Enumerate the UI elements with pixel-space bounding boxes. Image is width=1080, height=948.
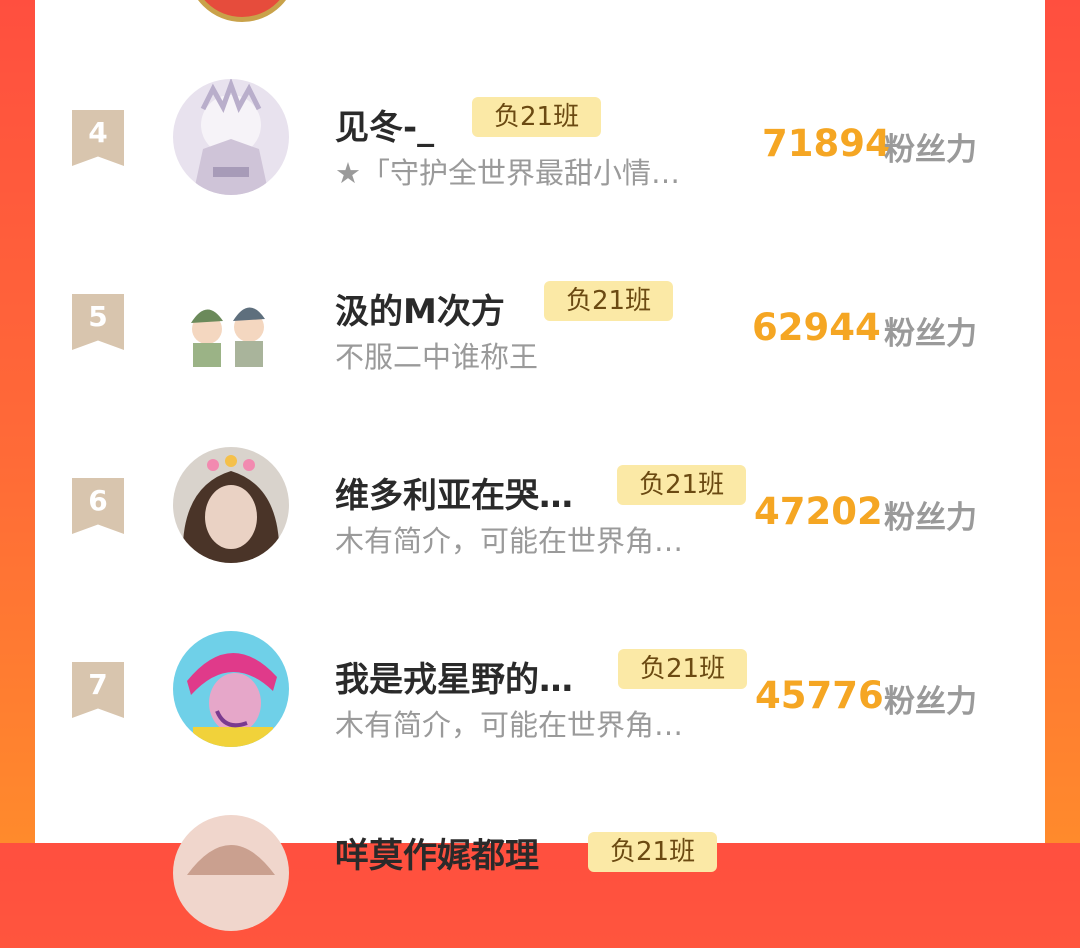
fan-power-label: 粉丝力 [884, 500, 977, 536]
avatar-image [173, 631, 289, 747]
avatar-image [173, 447, 289, 563]
rank-badge: 4 [72, 110, 124, 166]
avatar[interactable] [173, 815, 289, 931]
class-badge: 负21班 [618, 649, 748, 689]
class-badge: 负21班 [472, 97, 602, 137]
rank-badge: 6 [72, 478, 124, 534]
class-badge: 负21班 [617, 465, 747, 505]
fan-power-label: 粉丝力 [884, 132, 977, 168]
avatar[interactable] [187, 0, 297, 22]
user-bio: 木有简介，可能在世界角… [335, 708, 684, 742]
list-item[interactable]: 5 汲的M次方 负21班 不服二中谁称王 62944 粉丝力 [35, 246, 1045, 396]
user-bio: 木有简介，可能在世界角… [335, 524, 684, 558]
fan-power-label: 粉丝力 [884, 316, 977, 352]
fan-power-label: 粉丝力 [884, 684, 977, 720]
ranking-panel: 4 见冬-_ 负21班 ★「守护全世界最甜小情… 71894 粉丝力 5 汲的M… [35, 0, 1045, 931]
avatar[interactable] [173, 263, 289, 379]
class-badge: 负21班 [544, 281, 674, 321]
fan-power-score: 47202 [754, 490, 883, 533]
avatar-image [173, 79, 289, 195]
class-badge: 负21班 [588, 832, 718, 872]
rank-badge: 5 [72, 294, 124, 350]
avatar[interactable] [173, 631, 289, 747]
user-name: 汲的M次方 [335, 292, 505, 332]
user-name: 见冬-_ [335, 108, 435, 148]
list-item[interactable]: 4 见冬-_ 负21班 ★「守护全世界最甜小情… 71894 粉丝力 [35, 62, 1045, 212]
list-item[interactable]: 7 我是戎星野的… 负21班 木有简介，可能在世界角… 45776 粉丝力 [35, 614, 1045, 764]
fan-power-score: 45776 [755, 674, 884, 717]
fan-power-score: 62944 [752, 306, 881, 349]
user-bio: ★「守护全世界最甜小情… [335, 156, 680, 190]
avatar-image [173, 815, 289, 931]
avatar[interactable] [173, 447, 289, 563]
user-bio: 不服二中谁称王 [335, 340, 539, 374]
user-name: 我是戎星野的… [335, 660, 573, 700]
avatar[interactable] [173, 79, 289, 195]
list-item[interactable]: 咩莫作娓都理 负21班 [35, 798, 1045, 948]
user-name: 维多利亚在哭… [335, 476, 573, 516]
avatar-image [173, 263, 289, 379]
rank-badge: 7 [72, 662, 124, 718]
user-name: 咩莫作娓都理 [335, 836, 539, 876]
list-item[interactable]: 6 维多利亚在哭… 负21班 木有简介，可能在世界角… 47202 粉丝力 [35, 430, 1045, 580]
fan-power-score: 71894 [762, 122, 891, 165]
